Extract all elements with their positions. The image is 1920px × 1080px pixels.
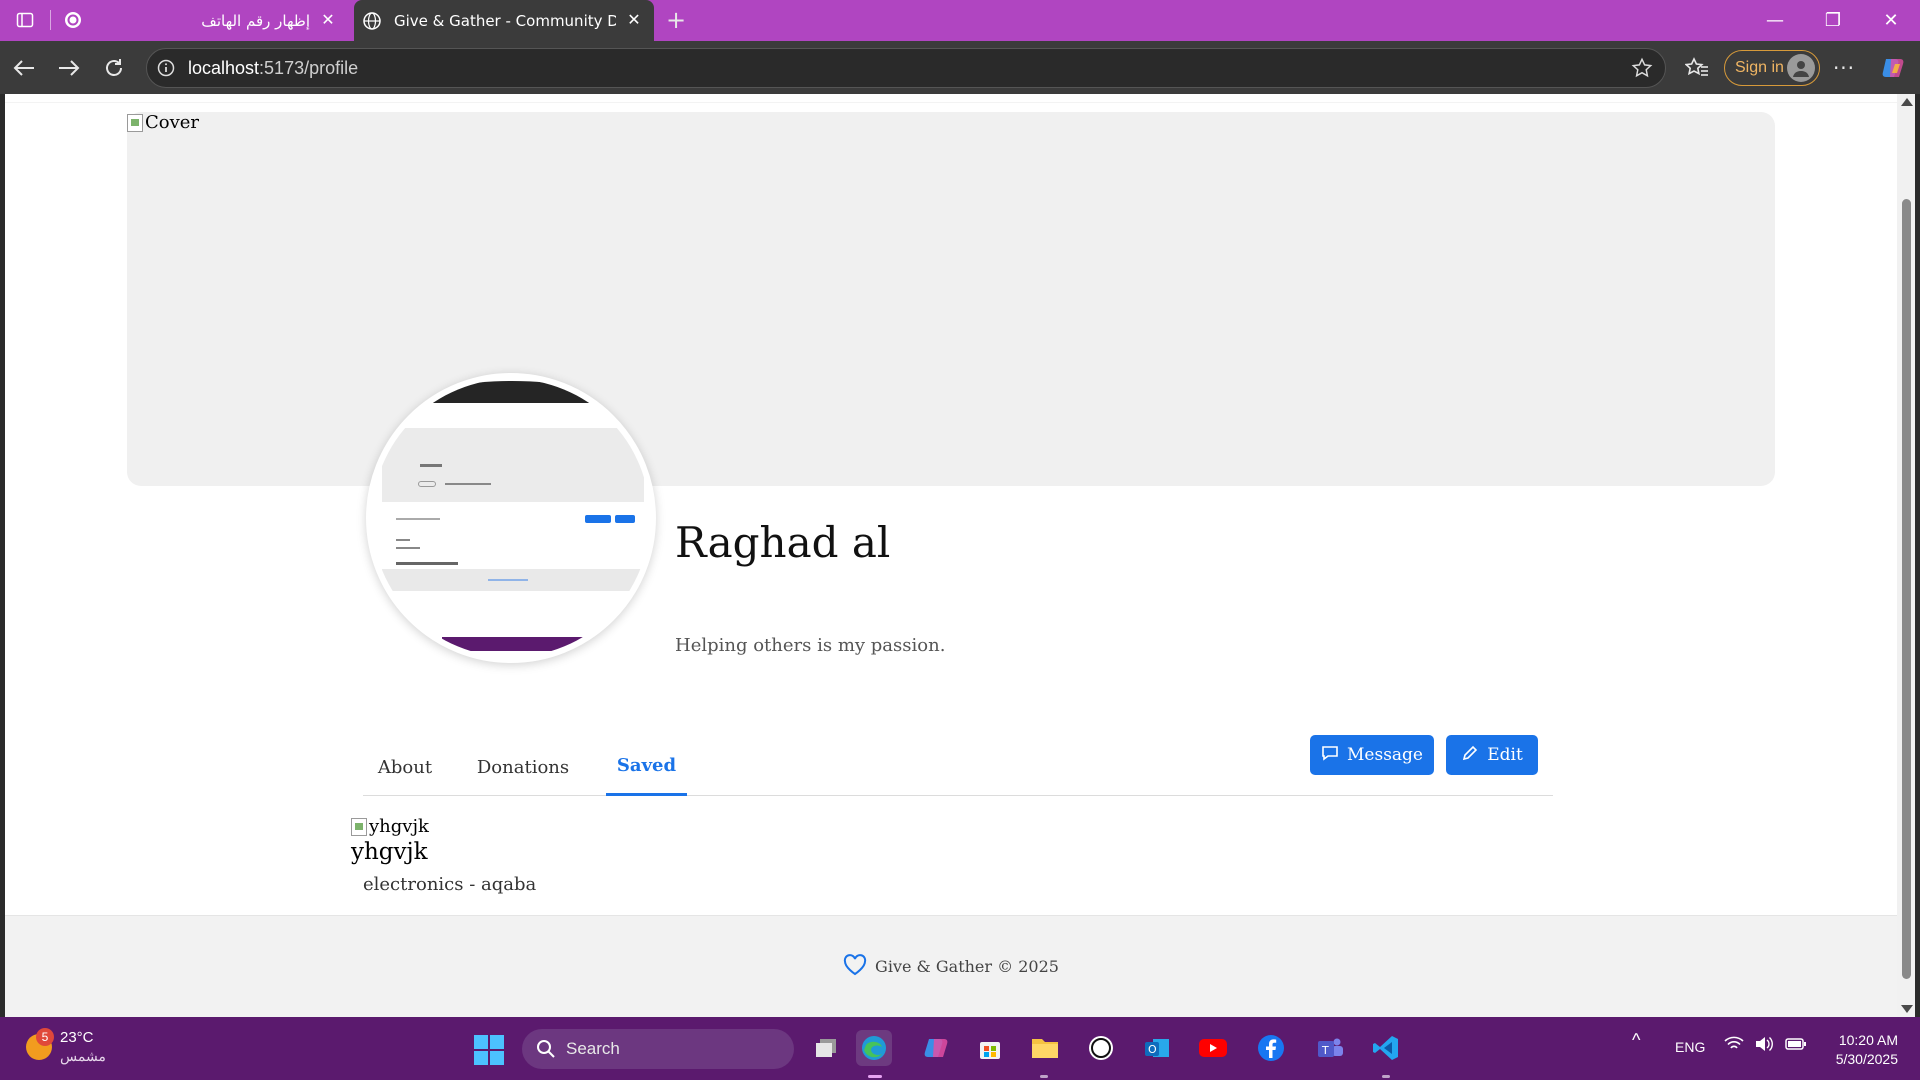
top-divider	[5, 94, 1897, 103]
sign-in-button[interactable]: Sign in	[1724, 50, 1820, 86]
clock-time: 10:20 AM	[1838, 1032, 1898, 1048]
open-app-indicator	[1040, 1075, 1048, 1078]
svg-text:T: T	[1321, 1044, 1329, 1057]
close-tab-icon[interactable]: ✕	[320, 12, 336, 28]
saved-item-card[interactable]: yhgvjk yhgvjk electronics - aqaba	[351, 816, 536, 895]
sun-icon: 5	[26, 1028, 54, 1060]
scroll-down-icon[interactable]	[1901, 1005, 1913, 1013]
back-icon[interactable]	[7, 51, 41, 85]
footer-text: Give & Gather © 2025	[875, 957, 1059, 976]
footer: Give & Gather © 2025	[5, 915, 1897, 1017]
battery-icon[interactable]	[1785, 1037, 1807, 1055]
show-hidden-icons[interactable]: ^	[1632, 1030, 1640, 1051]
profile-avatar[interactable]	[366, 373, 656, 663]
taskbar-search[interactable]: Search	[522, 1029, 794, 1069]
avatar-screenshot-image	[372, 379, 650, 657]
profile-avatar-icon	[1787, 54, 1815, 82]
profile-name: Raghad al	[675, 518, 891, 567]
restore-icon[interactable]: ❐	[1804, 0, 1862, 41]
tab-saved[interactable]: Saved	[606, 738, 687, 796]
scroll-thumb[interactable]	[1902, 199, 1911, 979]
url-path: :5173/profile	[259, 57, 359, 78]
search-placeholder: Search	[566, 1039, 620, 1058]
more-options-icon[interactable]: ···	[1827, 51, 1861, 85]
tab-divider	[50, 10, 51, 30]
copilot-app-icon[interactable]	[918, 1030, 954, 1066]
message-label: Message	[1347, 745, 1423, 765]
weather-condition: مشمس	[60, 1048, 106, 1064]
pencil-icon	[1461, 744, 1479, 767]
language-indicator[interactable]: ENG	[1675, 1039, 1705, 1055]
weather-temp: 23°C	[60, 1029, 94, 1046]
page-viewport: Cover Raghad al Helping others is my pas…	[5, 94, 1897, 1017]
edit-button[interactable]: Edit	[1446, 735, 1538, 775]
whatsapp-icon[interactable]	[1083, 1030, 1119, 1066]
close-window-icon[interactable]: ✕	[1862, 0, 1920, 41]
sidebar-toggle-icon[interactable]	[8, 3, 42, 37]
sign-in-label: Sign in	[1735, 59, 1784, 76]
cover-alt-label: Cover	[145, 112, 200, 133]
url-host: localhost	[188, 57, 260, 78]
volume-icon[interactable]	[1754, 1036, 1774, 1056]
browser-tab-bar: إظهار رقم الهاتف ✕ Give & Gather - Commu…	[0, 0, 1920, 41]
scroll-up-icon[interactable]	[1901, 98, 1913, 106]
windows-taskbar: 5 23°C مشمس Search O T ^ ENG 10:20 AM 5/…	[0, 1017, 1920, 1080]
globe-icon	[362, 11, 382, 35]
weather-badge: 5	[36, 1028, 54, 1046]
profile-bio: Helping others is my passion.	[675, 635, 946, 656]
minimize-icon[interactable]: —	[1746, 0, 1804, 41]
message-button[interactable]: Message	[1310, 735, 1434, 775]
edit-label: Edit	[1487, 745, 1523, 765]
favorites-icon[interactable]	[1680, 51, 1714, 85]
page-scrollbar[interactable]	[1897, 94, 1915, 1017]
task-view-icon[interactable]	[808, 1030, 844, 1066]
clock-date: 5/30/2025	[1835, 1051, 1898, 1067]
tab-active[interactable]: Give & Gather - Community Donation ✕	[354, 0, 654, 41]
teams-icon[interactable]: T	[1312, 1030, 1348, 1066]
facebook-icon[interactable]	[1253, 1030, 1289, 1066]
broken-image-icon	[351, 817, 367, 836]
address-bar[interactable]: localhost:5173/profile	[146, 48, 1666, 88]
saved-item-title: yhgvjk	[351, 839, 428, 865]
tab-inactive[interactable]: إظهار رقم الهاتف ✕	[52, 0, 352, 41]
broken-image-icon	[127, 113, 143, 132]
taskbar-clock[interactable]: 10:20 AM 5/30/2025	[1818, 1031, 1898, 1069]
open-app-indicator	[1382, 1075, 1390, 1078]
forward-icon[interactable]	[52, 51, 86, 85]
refresh-icon[interactable]	[97, 51, 131, 85]
site-info-icon[interactable]	[157, 59, 175, 81]
active-app-indicator	[868, 1075, 882, 1078]
file-explorer-icon[interactable]	[1027, 1030, 1063, 1066]
chatgpt-icon	[64, 11, 82, 33]
tab-title: إظهار رقم الهاتف	[201, 11, 310, 30]
tab-donations[interactable]: Donations	[473, 738, 573, 796]
url-text: localhost:5173/profile	[188, 58, 358, 79]
saved-item-image-alt: yhgvjk	[369, 816, 429, 837]
close-tab-icon[interactable]: ✕	[626, 12, 642, 28]
favorite-star-icon[interactable]	[1631, 57, 1653, 83]
store-icon[interactable]	[972, 1030, 1008, 1066]
wifi-icon[interactable]	[1724, 1036, 1744, 1056]
saved-item-subtitle: electronics - aqaba	[363, 874, 537, 895]
svg-text:O: O	[1148, 1043, 1157, 1056]
copilot-icon[interactable]	[1876, 51, 1910, 85]
weather-widget[interactable]: 5 23°C مشمس	[26, 1028, 106, 1065]
edge-icon[interactable]	[856, 1030, 892, 1066]
heart-icon	[843, 953, 867, 980]
tab-about[interactable]: About	[371, 738, 439, 796]
cover-alt-text: Cover	[127, 112, 199, 133]
chat-bubble-icon	[1321, 744, 1339, 767]
youtube-icon[interactable]	[1195, 1030, 1231, 1066]
vscode-icon[interactable]	[1368, 1030, 1404, 1066]
search-icon	[536, 1039, 556, 1064]
start-icon[interactable]	[474, 1035, 504, 1065]
new-tab-icon[interactable]: +	[659, 3, 693, 37]
saved-item-image: yhgvjk	[351, 816, 536, 837]
outlook-icon[interactable]: O	[1139, 1030, 1175, 1066]
tab-title: Give & Gather - Community Donation	[394, 11, 616, 30]
